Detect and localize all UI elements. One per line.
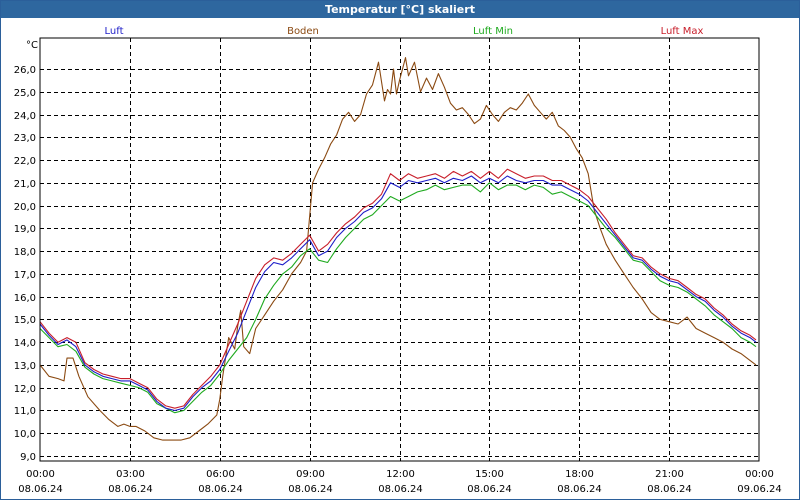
x-tick-date: 08.06.24 xyxy=(378,484,423,495)
y-tick-label: 17,0 xyxy=(14,270,36,281)
y-tick-label: 15,0 xyxy=(14,315,36,326)
x-ticks: 00:00 08.06.24 03:00 08.06.24 06:00 08.06.24 0… xyxy=(18,469,782,495)
y-tick-label: 20,0 xyxy=(14,202,36,213)
x-tick-date: 08.06.24 xyxy=(18,484,63,495)
plot-frame xyxy=(39,37,760,462)
y-tick-label: 10,0 xyxy=(14,429,36,440)
legend-luft: Luft xyxy=(105,26,124,37)
series-lines xyxy=(39,57,757,441)
y-tick-label: 9,0 xyxy=(20,452,36,463)
y-axis-unit: °C xyxy=(26,40,38,51)
x-tick-date: 08.06.24 xyxy=(288,484,333,495)
grid xyxy=(40,38,759,461)
x-tick-date: 08.06.24 xyxy=(108,484,153,495)
legend-luft-max: Luft Max xyxy=(661,26,704,37)
y-tick-label: 24,0 xyxy=(14,111,36,122)
series-line-luft xyxy=(39,175,757,412)
legend-luft-min: Luft Min xyxy=(473,26,513,37)
y-tick-label: 18,0 xyxy=(14,247,36,258)
y-tick-label: 14,0 xyxy=(14,338,36,349)
y-tick-label: 19,0 xyxy=(14,224,36,235)
legend-boden: Boden xyxy=(287,26,319,37)
y-tick-label: 22,0 xyxy=(14,156,36,167)
x-tick-date: 08.06.24 xyxy=(557,484,602,495)
x-tick-time: 12:00 xyxy=(386,469,415,480)
x-tick-date: 08.06.24 xyxy=(198,484,243,495)
x-tick-date: 08.06.24 xyxy=(467,484,512,495)
y-tick-label: 13,0 xyxy=(14,361,36,372)
y-tick-label: 21,0 xyxy=(14,179,36,190)
y-tick-label: 11,0 xyxy=(14,406,36,417)
y-tick-label: 16,0 xyxy=(14,293,36,304)
x-tick-time: 15:00 xyxy=(475,469,504,480)
x-tick-time: 21:00 xyxy=(655,469,684,480)
y-tick-label: 12,0 xyxy=(14,384,36,395)
series-line-luft-max xyxy=(39,168,757,409)
x-tick-time: 06:00 xyxy=(206,469,235,480)
series-line-boden xyxy=(39,57,757,441)
y-tick-label: 23,0 xyxy=(14,133,36,144)
x-tick-date: 09.06.24 xyxy=(737,484,782,495)
y-tick-label: 25,0 xyxy=(14,88,36,99)
x-tick-time: 00:00 xyxy=(745,469,774,480)
x-tick-date: 08.06.24 xyxy=(647,484,692,495)
y-tick-label: 26,0 xyxy=(14,65,36,76)
x-tick-time: 00:00 xyxy=(26,469,55,480)
x-tick-time: 09:00 xyxy=(296,469,325,480)
temperature-chart: Luft Boden Luft Min Luft Max °C 9,0 10,0 1… xyxy=(14,26,782,495)
x-tick-time: 18:00 xyxy=(565,469,594,480)
x-tick-time: 03:00 xyxy=(116,469,145,480)
y-ticks: 9,0 10,0 11,0 12,0 13,0 14,0 15,0 16,0 17,0 18,0 1… xyxy=(14,65,36,463)
